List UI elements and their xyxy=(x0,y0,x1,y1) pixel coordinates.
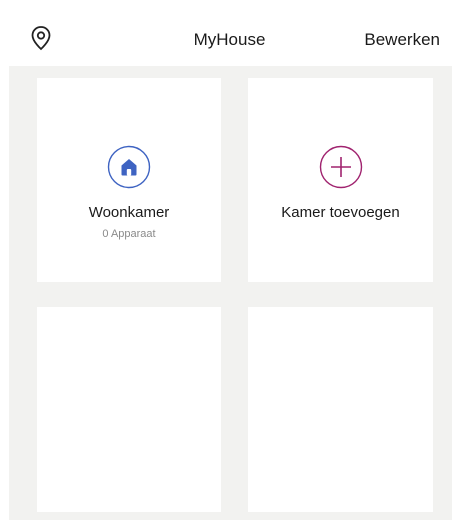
room-name: Woonkamer xyxy=(88,204,170,221)
empty-card xyxy=(37,307,221,512)
empty-card xyxy=(248,307,433,512)
header: MyHouse Bewerken xyxy=(0,0,459,66)
room-grid: Woonkamer 0 Apparaat Kamer toevoegen xyxy=(9,66,452,520)
add-icon xyxy=(319,145,362,189)
edit-button[interactable]: Bewerken xyxy=(364,30,440,50)
room-card-woonkamer[interactable]: Woonkamer 0 Apparaat xyxy=(37,78,221,282)
add-room-label: Kamer toevoegen xyxy=(281,204,400,221)
add-room-card[interactable]: Kamer toevoegen xyxy=(248,78,433,282)
device-count: 0 Apparaat xyxy=(102,228,156,240)
home-icon xyxy=(107,145,151,189)
